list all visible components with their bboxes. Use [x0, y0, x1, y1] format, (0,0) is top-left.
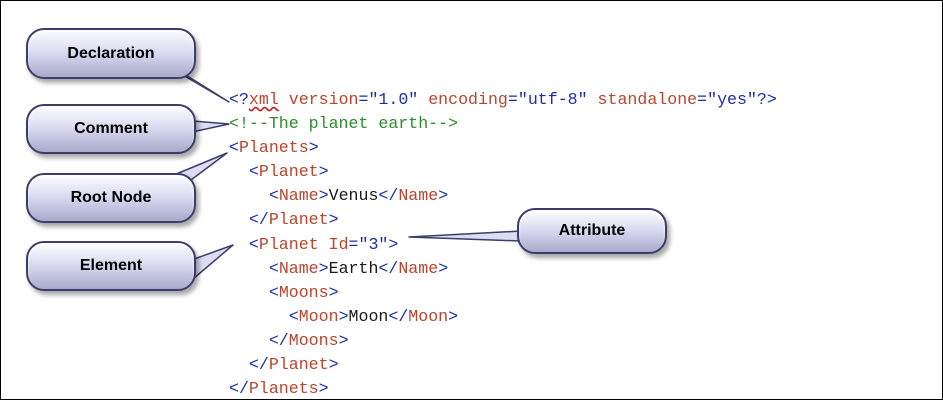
moon-line: <Moon>Moon</Moon>	[288, 306, 459, 326]
element-callout: Element	[26, 241, 196, 291]
declaration-label: Declaration	[67, 44, 155, 62]
planet1-name-line: <Name>Venus</Name>	[268, 186, 449, 206]
diagram-frame: Declaration Comment Root Node Element At…	[0, 0, 943, 400]
root-open-line: <Planets>	[229, 138, 319, 158]
root-node-label: Root Node	[70, 189, 152, 206]
moons-open-line: <Moons>	[268, 282, 339, 302]
planet1-close-line: </Planet>	[248, 210, 339, 230]
element-label: Element	[79, 257, 143, 274]
planet2-open-line: <Planet Id="3">	[248, 234, 399, 254]
xml-comment-line: <!--The planet earth-->	[229, 114, 459, 134]
xml-keyword: xml	[248, 90, 279, 109]
xml-code-block: <?xml version="1.0" encoding="utf-8" sta…	[229, 88, 777, 399]
comment-callout: Comment	[26, 104, 196, 154]
planet2-name-line: <Name>Earth</Name>	[268, 258, 449, 278]
declaration-callout: Declaration	[26, 28, 196, 79]
xml-declaration-line: <?xml version="1.0" encoding="utf-8" sta…	[229, 90, 777, 109]
root-node-callout: Root Node	[26, 173, 196, 223]
planet2-close-line: </Planet>	[248, 355, 339, 375]
moons-close-line: </Moons>	[268, 330, 349, 350]
root-close-line: </Planets>	[229, 379, 329, 399]
planet1-open-line: <Planet>	[248, 162, 329, 182]
comment-label: Comment	[74, 120, 148, 137]
